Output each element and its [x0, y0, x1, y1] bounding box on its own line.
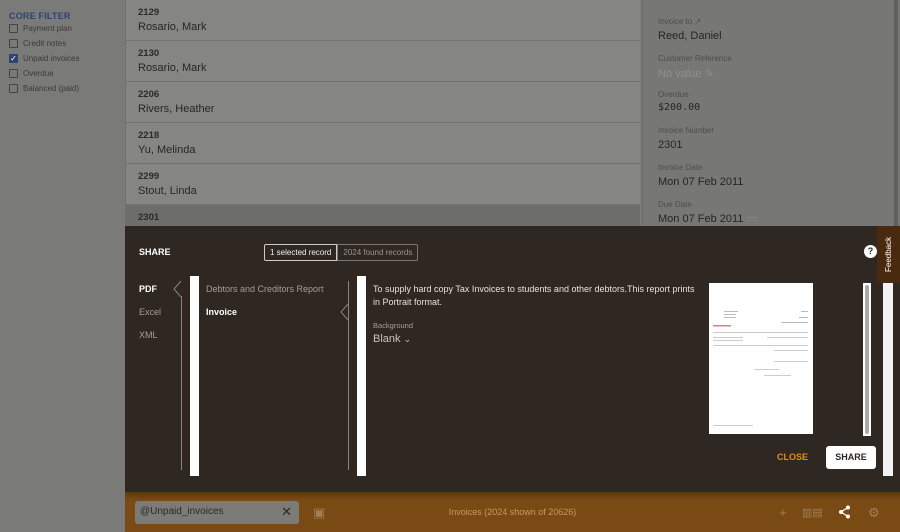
record-scope-toggle: 1 selected record 2024 found records: [264, 244, 419, 261]
checkbox-icon[interactable]: [9, 24, 18, 33]
customer-ref-value[interactable]: No value ✎: [658, 67, 714, 80]
invoice-to-value[interactable]: Reed, Daniel: [658, 30, 722, 42]
chevron-down-icon: ⌄: [403, 334, 412, 344]
row-number: 2218: [138, 130, 160, 141]
due-date-value[interactable]: Mon 07 Feb 2011 ▭: [658, 212, 757, 225]
format-xml[interactable]: XML: [139, 330, 158, 340]
column-separator: [190, 276, 199, 476]
pencil-icon[interactable]: ✎: [704, 68, 713, 80]
preview-scrollbar[interactable]: [863, 283, 871, 436]
filter-overdue[interactable]: Overdue: [9, 69, 54, 78]
filter-label: Credit notes: [23, 39, 67, 48]
report-description: To supply hard copy Tax Invoices to stud…: [373, 284, 695, 307]
detail-scrollbar[interactable]: [894, 0, 898, 226]
checkbox-icon[interactable]: [9, 69, 18, 78]
table-row[interactable]: 2299 Stout, Linda: [126, 164, 640, 205]
invoice-number-value: 2301: [658, 139, 683, 151]
background-label: Background: [373, 321, 414, 330]
report-preview: [709, 283, 813, 434]
close-button[interactable]: CLOSE: [777, 452, 808, 462]
filter-balanced[interactable]: Balanced (paid): [9, 84, 79, 93]
invoice-date-label: Invoice Date: [658, 163, 703, 172]
row-number: 2206: [138, 89, 160, 100]
invoice-list: 2129 Rosario, Mark 2130 Rosario, Mark 2206…: [125, 0, 764, 246]
row-name: Yu, Melinda: [138, 144, 196, 156]
found-records-option[interactable]: 2024 found records: [337, 244, 419, 261]
detail-panel: Invoice to ↗ Reed, Daniel Customer Refer…: [642, 0, 900, 226]
core-filter-heading: CORE FILTER: [9, 11, 71, 21]
table-row[interactable]: 2129 Rosario, Mark: [126, 0, 640, 41]
column-separator: [357, 276, 366, 476]
external-link-icon[interactable]: ↗: [694, 17, 701, 26]
due-date-label: Due Date: [658, 200, 692, 209]
invoice-date-value[interactable]: Mon 07 Feb 2011: [658, 176, 743, 188]
format-excel[interactable]: Excel: [139, 307, 161, 317]
checkbox-icon[interactable]: [9, 39, 18, 48]
row-number: 2129: [138, 7, 160, 18]
format-pdf[interactable]: PDF: [139, 284, 157, 294]
table-row[interactable]: 2206 Rivers, Heather: [126, 82, 640, 123]
filter-sidebar: CORE FILTER Payment plan Credit notes ✓ U…: [0, 0, 124, 492]
row-name: Stout, Linda: [138, 185, 197, 197]
divider: [181, 296, 182, 470]
share-button[interactable]: SHARE: [826, 446, 876, 469]
row-number: 2130: [138, 48, 160, 59]
selected-record-option[interactable]: 1 selected record: [264, 244, 338, 261]
gear-icon[interactable]: ⚙: [868, 505, 880, 521]
overdue-value: $200.00: [658, 102, 701, 113]
calendar-icon[interactable]: ▭: [746, 213, 756, 225]
right-edge-bar: [883, 283, 893, 476]
filter-credit-notes[interactable]: Credit notes: [9, 39, 66, 48]
help-icon[interactable]: ?: [864, 245, 877, 258]
invoice-thumbnail: [713, 311, 808, 426]
row-name: Rivers, Heather: [138, 103, 215, 115]
checkbox-icon[interactable]: [9, 84, 18, 93]
overdue-label: Overdue: [658, 90, 689, 99]
share-title: SHARE: [139, 247, 171, 257]
filter-label: Unpaid invoices: [23, 54, 80, 63]
row-name: Rosario, Mark: [138, 62, 207, 74]
share-icon[interactable]: [838, 505, 851, 519]
table-row[interactable]: 2218 Yu, Melinda: [126, 123, 640, 164]
background-select[interactable]: Blank ⌄: [373, 333, 411, 345]
customer-ref-label: Customer Reference: [658, 54, 732, 63]
selection-pointer-icon: [173, 281, 182, 297]
selection-pointer-icon: [340, 304, 349, 320]
filter-payment-plan[interactable]: Payment plan: [9, 24, 72, 33]
report-debtors-creditors[interactable]: Debtors and Creditors Report: [206, 284, 324, 294]
table-row[interactable]: 2130 Rosario, Mark: [126, 41, 640, 82]
invoice-to-label: Invoice to ↗: [658, 17, 702, 26]
filter-unpaid-invoices[interactable]: ✓ Unpaid invoices: [9, 54, 79, 63]
checkbox-checked-icon[interactable]: ✓: [9, 54, 18, 63]
row-name: Rosario, Mark: [138, 21, 207, 33]
filter-label: Overdue: [23, 69, 54, 78]
row-number: 2299: [138, 171, 160, 182]
share-dialog: SHARE 1 selected record 2024 found recor…: [125, 226, 900, 492]
invoice-number-label: Invoice Number: [658, 126, 715, 135]
row-number: 2301: [138, 212, 160, 223]
report-invoice[interactable]: Invoice: [206, 307, 237, 317]
filter-label: Balanced (paid): [23, 84, 80, 93]
bottom-toolbar: @Unpaid_invoices ✕ ▣ Invoices (2024 shown…: [125, 492, 900, 532]
plus-icon[interactable]: +: [779, 505, 787, 520]
filter-label: Payment plan: [23, 24, 72, 33]
column-view-icon[interactable]: ▥▤: [802, 506, 823, 519]
feedback-tab[interactable]: Feedback: [877, 226, 900, 283]
